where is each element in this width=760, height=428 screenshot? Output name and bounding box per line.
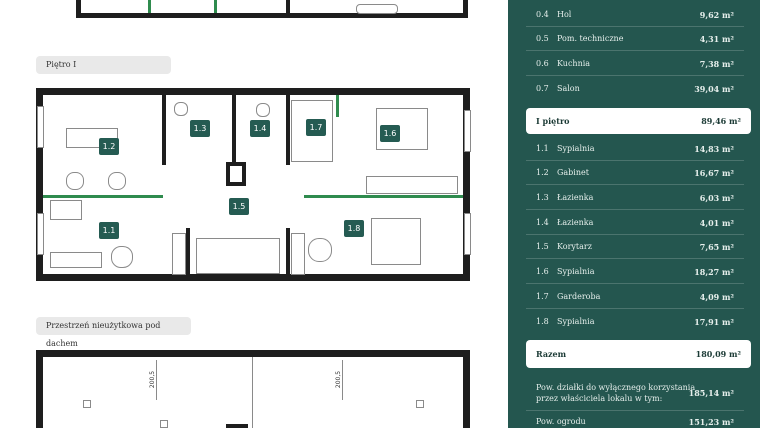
table-row: 1.5 Korytarz 7,65 m² [526, 234, 744, 259]
floor1-label: Piętro I [36, 56, 171, 74]
floor-summary-header: I piętro 89,46 m² [526, 108, 751, 134]
table-row: 1.2 Gabinet 16,67 m² [526, 160, 744, 185]
attic-dim-right: 200,5 [335, 370, 343, 389]
attic-label: Przestrzeń nieużytkowa pod dachem [36, 317, 191, 348]
room-label-1-6: 1.6 [380, 125, 400, 142]
table-row: 1.8 Sypialnia 17,91 m² [536, 317, 734, 327]
table-row: 1.1 Sypialnia 14,83 m² [526, 136, 744, 161]
table-row: 0.7 Salon 39,04 m² [536, 84, 734, 94]
room-label-1-8: 1.8 [344, 220, 364, 237]
attic-vent-icon [83, 400, 91, 408]
table-row: 0.4 Hol 9,62 m² [526, 2, 744, 27]
area-table-panel: 0.4 Hol 9,62 m² 0.5 Pom. techniczne 4,31… [508, 0, 760, 428]
table-row: 0.5 Pom. techniczne 4,31 m² [526, 26, 744, 51]
total-summary: Razem 180,09 m² [526, 340, 751, 368]
room-label-1-2: 1.2 [99, 138, 119, 155]
garden-area-row: Pow. ogrodu 151,23 m² [536, 417, 734, 427]
ground-floor-plan-partial [76, 0, 468, 18]
table-row: 1.7 Garderoba 4,09 m² [526, 284, 744, 309]
table-row: 1.3 Łazienka 6,03 m² [526, 185, 744, 210]
attic-vent-icon [160, 420, 168, 428]
room-label-1-3: 1.3 [190, 120, 210, 137]
table-row: 0.6 Kuchnia 7,38 m² [526, 51, 744, 76]
table-row: 1.6 Sypialnia 18,27 m² [526, 259, 744, 284]
attic-plan: 200,5 200,5 [36, 350, 470, 428]
floor-plan-area: Piętro I 1.2 1.3 1.4 1.7 1.6 1.5 1.1 1.8… [0, 0, 508, 428]
room-label-1-5: 1.5 [229, 198, 249, 215]
room-label-1-1: 1.1 [99, 222, 119, 239]
attic-vent-icon [416, 400, 424, 408]
plot-area-row: Pow. działki do wyłącznego korzystania p… [526, 380, 744, 411]
floor1-plan: 1.2 1.3 1.4 1.7 1.6 1.5 1.1 1.8 [36, 88, 471, 281]
room-label-1-4: 1.4 [250, 120, 270, 137]
attic-dim-left: 200,5 [149, 370, 157, 389]
table-row: 1.4 Łazienka 4,01 m² [526, 210, 744, 235]
room-label-1-7: 1.7 [306, 119, 326, 136]
